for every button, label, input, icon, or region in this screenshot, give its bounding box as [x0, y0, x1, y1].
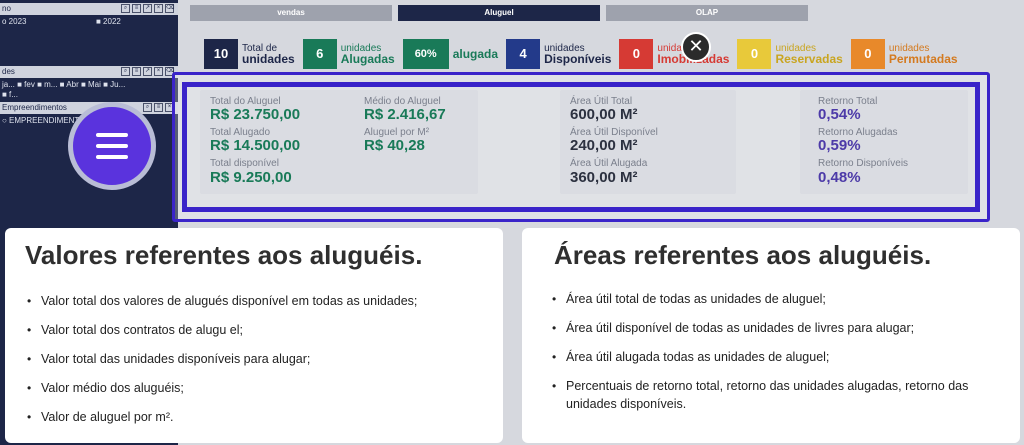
retorno-card: Retorno Total 0,54% Retorno Alugadas 0,5… [800, 90, 968, 194]
info-box-areas: Áreas referentes aos aluguéis. Área útil… [522, 228, 1020, 443]
filter-tools: ⌕ ≡ ↗ × ⌫ [121, 67, 174, 76]
kpi-alugadas[interactable]: 6 unidades Alugadas [302, 38, 395, 70]
metric-value: 360,00 M² [570, 169, 638, 186]
list-icon[interactable]: ≡ [132, 4, 141, 13]
hamburger-icon[interactable] [68, 102, 156, 190]
kpi-permutadas[interactable]: 0 unidades Permutadas [850, 38, 958, 70]
tab-vendas[interactable]: vendas [190, 5, 392, 21]
kpi-label: unidades Alugadas [340, 43, 395, 66]
info-item: Valor total das unidades disponíveis par… [27, 350, 497, 368]
clear-icon[interactable]: × [154, 67, 163, 76]
filter-tools: ⌕ ≡ × [143, 103, 174, 112]
filter-title-ano: no [2, 4, 11, 13]
info-item: Área útil total de todas as unidades de … [552, 290, 992, 308]
info-title: Áreas referentes aos aluguéis. [554, 240, 932, 270]
metric-label: Área Útil Alugada [570, 158, 648, 169]
kpi-value: 60% [402, 39, 449, 69]
tab-bar: vendas Aluguel OLAP [190, 5, 808, 21]
list-icon[interactable]: ≡ [132, 67, 141, 76]
values-card: Total do Aluguel R$ 23.750,00 Total Alug… [200, 90, 478, 194]
kpi-label: Total de unidades [242, 43, 295, 66]
filter-bar-meses[interactable]: des ⌕ ≡ ↗ × ⌫ [0, 66, 178, 78]
kpi-label: alugada [452, 46, 499, 61]
filter-option[interactable]: ja... ■ fev ■ m... ■ Abr ■ Mai ■ Ju... [2, 80, 125, 89]
info-title: Valores referentes aos aluguéis. [25, 240, 423, 270]
filter-title-meses: des [2, 67, 15, 76]
list-icon[interactable]: ≡ [154, 103, 163, 112]
kpi-reservadas[interactable]: 0 unidades Reservadas [737, 38, 843, 70]
kpi-total-unidades[interactable]: 10 Total de unidades [204, 38, 295, 70]
kpi-label: unidades Disponíveis [544, 43, 612, 66]
info-item: Valor médio dos aluguéis; [27, 379, 497, 397]
kpi-row: 10 Total de unidades 6 unidades Alugadas 6… [204, 38, 958, 70]
export-icon[interactable]: ↗ [143, 4, 152, 13]
kpi-disponiveis[interactable]: 4 unidades Disponíveis [506, 38, 612, 70]
kpi-value: 0 [737, 39, 772, 69]
metric-value: 0,59% [818, 137, 861, 154]
clear-icon[interactable]: × [154, 4, 163, 13]
info-item: Área útil alugada todas as unidades de a… [552, 348, 992, 366]
kpi-value: 6 [302, 39, 337, 69]
close-icon[interactable]: ✕ [681, 32, 711, 62]
metric-value: R$ 14.500,00 [210, 137, 301, 154]
export-icon[interactable]: ↗ [143, 67, 152, 76]
metric-value: R$ 40,28 [364, 137, 425, 154]
kpi-value: 10 [204, 39, 238, 69]
kpi-value: 0 [619, 39, 654, 69]
areas-card: Área Útil Total 600,00 M² Área Útil Disp… [560, 90, 736, 194]
search-icon[interactable]: ⌕ [143, 103, 152, 112]
menu-line [96, 133, 128, 137]
metric-value: R$ 2.416,67 [364, 106, 446, 123]
filter-option[interactable]: ■ f... [2, 90, 18, 99]
info-item: Percentuais de retorno total, retorno da… [552, 377, 992, 413]
filter-title-empreendimentos: Empreendimentos [2, 103, 67, 112]
tab-aluguel[interactable]: Aluguel [398, 5, 600, 21]
info-item: Área útil disponível de todas as unidade… [552, 319, 992, 337]
info-item: Valor de aluguel por m². [27, 408, 497, 426]
metric-value: R$ 9.250,00 [210, 169, 292, 186]
tab-olap[interactable]: OLAP [606, 5, 808, 21]
kpi-imobilizadas[interactable]: 0 unidadesImobilizadas [619, 38, 730, 70]
metric-value: 600,00 M² [570, 106, 638, 123]
filter-tools: ⌕ ≡ ↗ × ⌫ [121, 4, 174, 13]
kpi-label: unidades Reservadas [775, 43, 843, 66]
metric-value: R$ 23.750,00 [210, 106, 301, 123]
info-list: Valor total dos valores de alugués dispo… [27, 292, 497, 437]
metric-label: Total disponível [210, 158, 279, 169]
info-item: Valor total dos valores de alugués dispo… [27, 292, 497, 310]
kpi-label: unidades Permutadas [888, 43, 958, 66]
search-icon[interactable]: ⌕ [121, 4, 130, 13]
kpi-value: 0 [850, 39, 885, 69]
menu-line [96, 155, 128, 159]
metric-value: 240,00 M² [570, 137, 638, 154]
filter-option[interactable]: ■ 2022 [96, 17, 121, 26]
metric-value: 0,54% [818, 106, 861, 123]
eraser-icon[interactable]: ⌫ [165, 4, 174, 13]
info-item: Valor total dos contratos de alugu el; [27, 321, 497, 339]
filter-option[interactable]: o 2023 [2, 17, 26, 26]
info-list: Área útil total de todas as unidades de … [552, 290, 992, 424]
metric-value: 0,48% [818, 169, 861, 186]
kpi-percent-alugada[interactable]: 60% alugada [402, 38, 499, 70]
search-icon[interactable]: ⌕ [121, 67, 130, 76]
filter-bar-ano[interactable]: no ⌕ ≡ ↗ × ⌫ [0, 3, 178, 15]
metric-label: Retorno Disponíveis [818, 158, 909, 169]
kpi-value: 4 [506, 39, 541, 69]
info-box-valores: Valores referentes aos aluguéis. Valor t… [5, 228, 503, 443]
menu-line [96, 144, 128, 148]
